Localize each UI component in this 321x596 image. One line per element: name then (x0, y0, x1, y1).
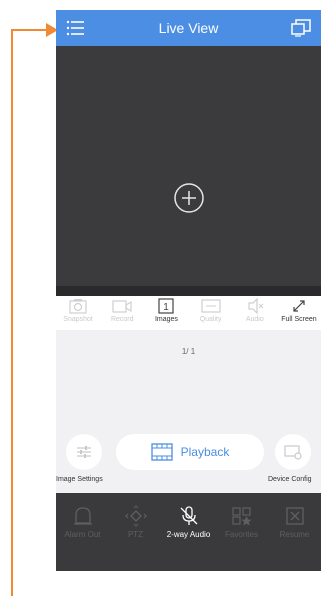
live-toolbar: Snapshot Record 1 Images Quality Audio F… (56, 296, 321, 330)
tab-resume[interactable]: Resume (268, 493, 321, 571)
quality-label: Quality (199, 316, 222, 323)
images-button[interactable]: 1 Images (144, 296, 188, 330)
resume-label: Resume (279, 530, 310, 539)
expand-icon (293, 300, 305, 312)
favorites-icon (231, 507, 251, 526)
tab-alarm-out[interactable]: Alarm Out (56, 493, 109, 571)
bottom-tab-bar: Alarm Out PTZ 2-way Audio Favorites Resu… (56, 493, 321, 571)
plus-circle-icon[interactable] (172, 181, 206, 215)
svg-text:1: 1 (164, 302, 170, 313)
alarm-out-label: Alarm Out (64, 530, 101, 539)
microphone-muted-icon (180, 506, 197, 525)
tab-favorites[interactable]: Favorites (215, 493, 268, 571)
grid-one-icon: 1 (158, 298, 175, 314)
full-screen-label: Full Screen (281, 316, 317, 323)
multi-window-icon[interactable] (291, 19, 311, 37)
tab-2-way-audio[interactable]: 2-way Audio (162, 493, 215, 571)
sliders-icon (77, 446, 91, 458)
menu-icon[interactable] (66, 20, 84, 36)
quality-button[interactable]: Quality (189, 296, 233, 330)
device-config-label: Device Config (268, 476, 312, 483)
tab-ptz[interactable]: PTZ (109, 493, 162, 571)
camera-icon (69, 299, 87, 314)
playback-button[interactable]: Playback (116, 434, 264, 470)
record-button[interactable]: Record (100, 296, 144, 330)
2-way-audio-label: 2-way Audio (166, 530, 211, 539)
images-label: Images (154, 316, 178, 323)
page-indicator: 1/ 1 (181, 347, 196, 356)
top-bar: Live View (56, 10, 321, 46)
snapshot-button[interactable]: Snapshot (56, 296, 100, 330)
ptz-icon (124, 505, 147, 527)
speaker-icon (248, 298, 264, 314)
playback-label: Playback (180, 445, 230, 459)
video-footer-bar (56, 286, 321, 296)
live-video-area[interactable] (56, 46, 321, 286)
audio-button[interactable]: Audio (233, 296, 277, 330)
ptz-label: PTZ (127, 530, 144, 539)
film-icon (150, 443, 173, 461)
annotation-line-horizontal (11, 29, 47, 31)
annotation-line-vertical (11, 29, 13, 596)
image-settings-label: Image Settings (56, 476, 103, 483)
image-settings-button[interactable] (66, 434, 102, 470)
resume-icon (285, 507, 304, 525)
video-record-icon (112, 300, 132, 313)
record-label: Record (110, 316, 134, 323)
page-title: Live View (158, 20, 219, 36)
quality-icon (200, 299, 221, 313)
device-config-button[interactable] (275, 434, 311, 470)
audio-label: Audio (245, 316, 264, 323)
alarm-bell-icon (73, 507, 92, 525)
snapshot-label: Snapshot (63, 316, 93, 323)
favorites-label: Favorites (225, 530, 258, 539)
device-config-icon (284, 445, 302, 460)
phone-screen: Live View Snapshot Record 1 Images Quali… (56, 10, 321, 571)
full-screen-button[interactable]: Full Screen (277, 296, 321, 330)
